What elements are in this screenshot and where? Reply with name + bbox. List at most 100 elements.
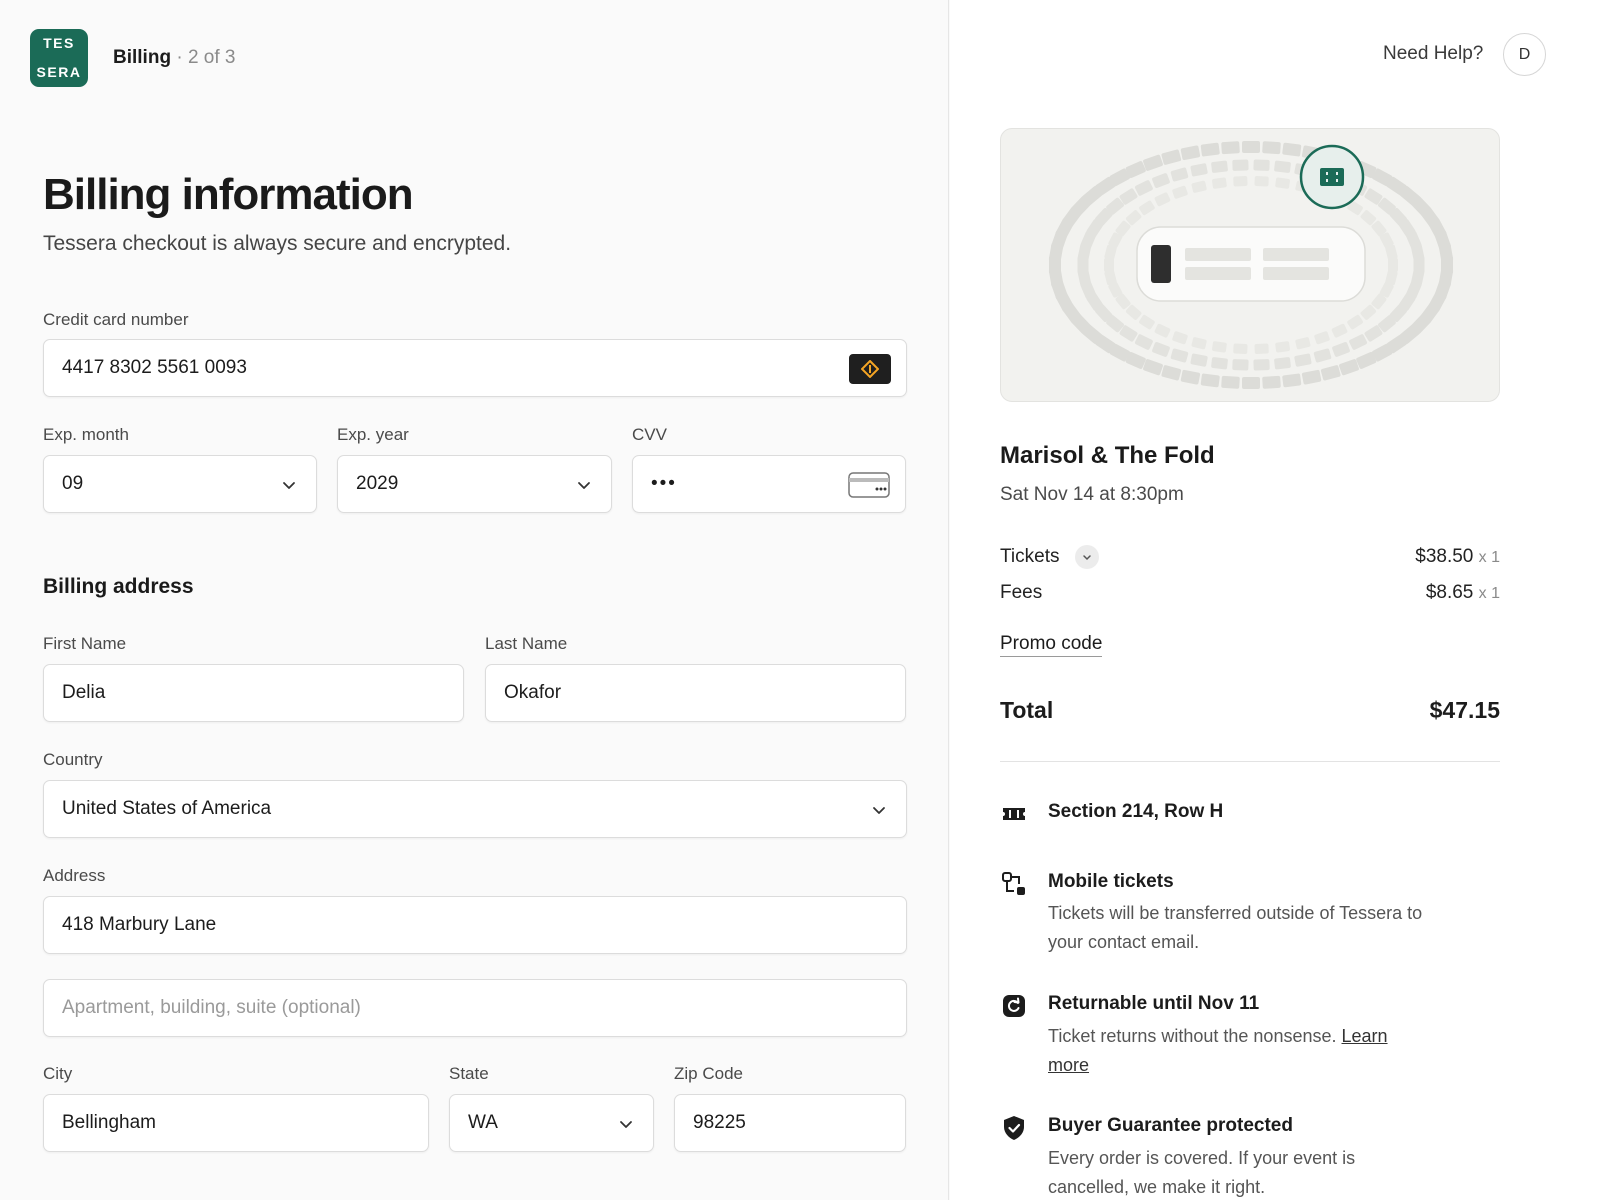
tickets-label: Tickets xyxy=(1000,546,1060,567)
summary-divider xyxy=(1000,761,1500,762)
seat-block xyxy=(1253,359,1270,371)
need-help-link[interactable]: Need Help? xyxy=(1383,43,1483,65)
event-title: Marisol & The Fold xyxy=(1000,442,1215,469)
address-field[interactable]: 418 Marbury Lane xyxy=(43,896,907,954)
last-name-label: Last Name xyxy=(485,634,568,653)
address-label: Address xyxy=(43,866,106,885)
chevron-down-icon xyxy=(1083,555,1091,561)
seat-block xyxy=(1200,373,1220,388)
seat-block xyxy=(1388,258,1398,272)
perk-guarantee-desc: Every order is covered. If your event is… xyxy=(1048,1148,1356,1197)
city-field[interactable]: Bellingham xyxy=(43,1094,429,1152)
seat-block xyxy=(1152,342,1170,357)
zip-label: Zip Code xyxy=(674,1064,743,1083)
fees-qty: x 1 xyxy=(1478,585,1500,602)
country-select[interactable]: United States of America xyxy=(43,780,907,838)
seat-block xyxy=(1161,149,1182,165)
stage-bar xyxy=(1263,248,1329,261)
perk-return-text: Ticket returns without the nonsense. xyxy=(1048,1026,1337,1046)
state-label: State xyxy=(449,1064,489,1083)
city-label: City xyxy=(43,1064,73,1083)
perk-mobile-desc: Tickets will be transferred outside of T… xyxy=(1048,903,1423,952)
seat-block xyxy=(1331,323,1348,338)
seat-block xyxy=(1191,180,1207,193)
seat-block xyxy=(1347,314,1363,330)
card-cvv-icon xyxy=(848,472,890,498)
seat-block xyxy=(1274,357,1291,370)
breadcrumb-separator: · xyxy=(171,47,188,68)
refresh-icon xyxy=(1003,995,1025,1017)
seat-block xyxy=(1221,375,1240,389)
chevron-down-icon xyxy=(873,807,885,814)
seat-block xyxy=(1180,145,1201,161)
card-brand-icon xyxy=(849,354,891,384)
seat-block xyxy=(1161,365,1182,381)
stage-bar xyxy=(1263,267,1329,280)
shield-check-icon xyxy=(1004,1116,1024,1140)
seat-block xyxy=(1232,159,1249,171)
logo-line-1: TES xyxy=(43,35,75,51)
card-number-label: Credit card number xyxy=(43,310,189,329)
exp-month-select[interactable]: 09 xyxy=(43,455,317,513)
stage-bar xyxy=(1185,267,1251,280)
seat-block xyxy=(1191,337,1207,350)
seat-block xyxy=(1221,141,1240,155)
seat-block xyxy=(1104,258,1114,272)
seat-block xyxy=(1262,375,1281,389)
address-line2-field[interactable]: Apartment, building, suite (optional) xyxy=(43,979,907,1037)
address-line2-placeholder: Apartment, building, suite (optional) xyxy=(62,997,361,1018)
logo-line-2: SERA xyxy=(36,64,82,80)
cvv-field[interactable]: ••• xyxy=(632,455,906,513)
seat-block xyxy=(1134,180,1153,196)
seat-block xyxy=(1172,331,1188,345)
seat-block xyxy=(1200,142,1220,157)
state-select[interactable]: WA xyxy=(449,1094,654,1152)
seat-block xyxy=(1295,337,1311,350)
country-label: Country xyxy=(43,750,103,769)
seat-block xyxy=(1154,192,1171,207)
venue-seat-map[interactable] xyxy=(1000,128,1500,402)
event-date: Sat Nov 14 at 8:30pm xyxy=(1000,484,1184,505)
seat-block xyxy=(1172,185,1188,199)
card-number-field[interactable]: 4417 8302 5561 0093 xyxy=(43,339,907,397)
last-name-value: Okafor xyxy=(504,682,562,703)
chevron-down-icon xyxy=(578,482,590,489)
ticket-icon-detail xyxy=(1336,172,1338,175)
seat-block xyxy=(1411,243,1425,262)
seat-block xyxy=(1232,359,1249,371)
billing-form-panel: TES SERA Billing · 2 of 3 Billing inform… xyxy=(0,0,949,1200)
exp-month-label: Exp. month xyxy=(43,425,129,444)
billing-address-heading: Billing address xyxy=(43,575,194,598)
seat-block xyxy=(1282,142,1302,157)
seat-block xyxy=(1139,200,1155,216)
exp-year-select[interactable]: 2029 xyxy=(337,455,612,513)
perk-seat-title: Section 214, Row H xyxy=(1048,801,1224,822)
tickets-qty: x 1 xyxy=(1478,549,1500,566)
stage-area xyxy=(1136,226,1366,302)
first-name-field[interactable]: Delia xyxy=(43,664,464,722)
tessera-logo[interactable]: TES SERA xyxy=(30,29,88,87)
seat-block xyxy=(1275,341,1290,353)
tickets-amount: $38.50 xyxy=(1415,546,1474,567)
seat-block xyxy=(1320,365,1341,381)
breadcrumb-step: Billing xyxy=(113,47,172,68)
seat-block xyxy=(1152,173,1170,188)
avatar[interactable]: D xyxy=(1503,33,1546,76)
breadcrumb: Billing · 2 of 3 xyxy=(113,47,236,69)
seat-block xyxy=(1190,163,1208,177)
promo-code-link[interactable]: Promo code xyxy=(1000,633,1103,657)
seat-map-graphic xyxy=(1048,141,1454,389)
zip-field[interactable]: 98225 xyxy=(674,1094,906,1152)
page-subtitle: Tessera checkout is always secure and en… xyxy=(43,232,512,255)
seat-block xyxy=(1294,353,1312,367)
seat-block xyxy=(1139,314,1155,330)
seat-block xyxy=(1314,331,1330,345)
seat-block xyxy=(1332,342,1350,357)
first-name-label: First Name xyxy=(43,634,127,653)
ticket-icon-detail xyxy=(1326,179,1328,182)
total-label: Total xyxy=(1000,697,1054,723)
seat-block xyxy=(1349,334,1368,350)
tickets-expand-button[interactable] xyxy=(1075,545,1099,569)
last-name-field[interactable]: Okafor xyxy=(485,664,906,722)
first-name-value: Delia xyxy=(62,682,106,703)
